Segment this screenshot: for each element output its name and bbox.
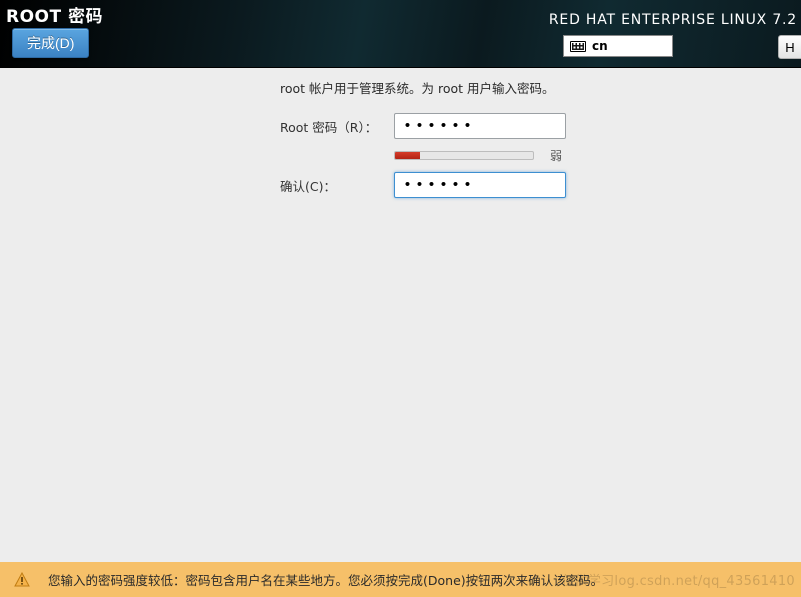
page-title: ROOT 密码 xyxy=(6,2,103,27)
root-password-input[interactable] xyxy=(394,113,566,139)
root-password-form: root 帐户用于管理系统。为 root 用户输入密码。 Root 密码（R）：… xyxy=(280,78,640,210)
strength-text: 弱 xyxy=(550,147,562,164)
warning-icon xyxy=(14,572,30,588)
confirm-label: 确认(C)： xyxy=(280,176,394,195)
help-button[interactable]: H xyxy=(778,35,801,59)
strength-meter xyxy=(394,151,534,160)
confirm-row: 确认(C)： xyxy=(280,170,640,200)
strength-fill xyxy=(395,152,420,159)
warning-bar: 您输入的密码强度较低：密码包含用户名在某些地方。您必须按完成(Done)按钮两次… xyxy=(0,562,801,597)
password-row: Root 密码（R）： xyxy=(280,111,640,141)
keyboard-layout-label: cn xyxy=(592,39,608,53)
keyboard-icon xyxy=(570,41,586,52)
header: ROOT 密码 完成(D) RED HAT ENTERPRISE LINUX 7… xyxy=(0,0,801,68)
intro-text: root 帐户用于管理系统。为 root 用户输入密码。 xyxy=(280,78,640,97)
confirm-password-input[interactable] xyxy=(394,172,566,198)
keyboard-layout-select[interactable]: cn xyxy=(563,35,673,57)
distro-label: RED HAT ENTERPRISE LINUX 7.2 xyxy=(549,12,797,28)
done-button[interactable]: 完成(D) xyxy=(12,28,89,58)
warning-message: 您输入的密码强度较低：密码包含用户名在某些地方。您必须按完成(Done)按钮两次… xyxy=(48,570,603,589)
password-label: Root 密码（R）： xyxy=(280,117,394,136)
strength-row: 弱 xyxy=(394,147,640,164)
